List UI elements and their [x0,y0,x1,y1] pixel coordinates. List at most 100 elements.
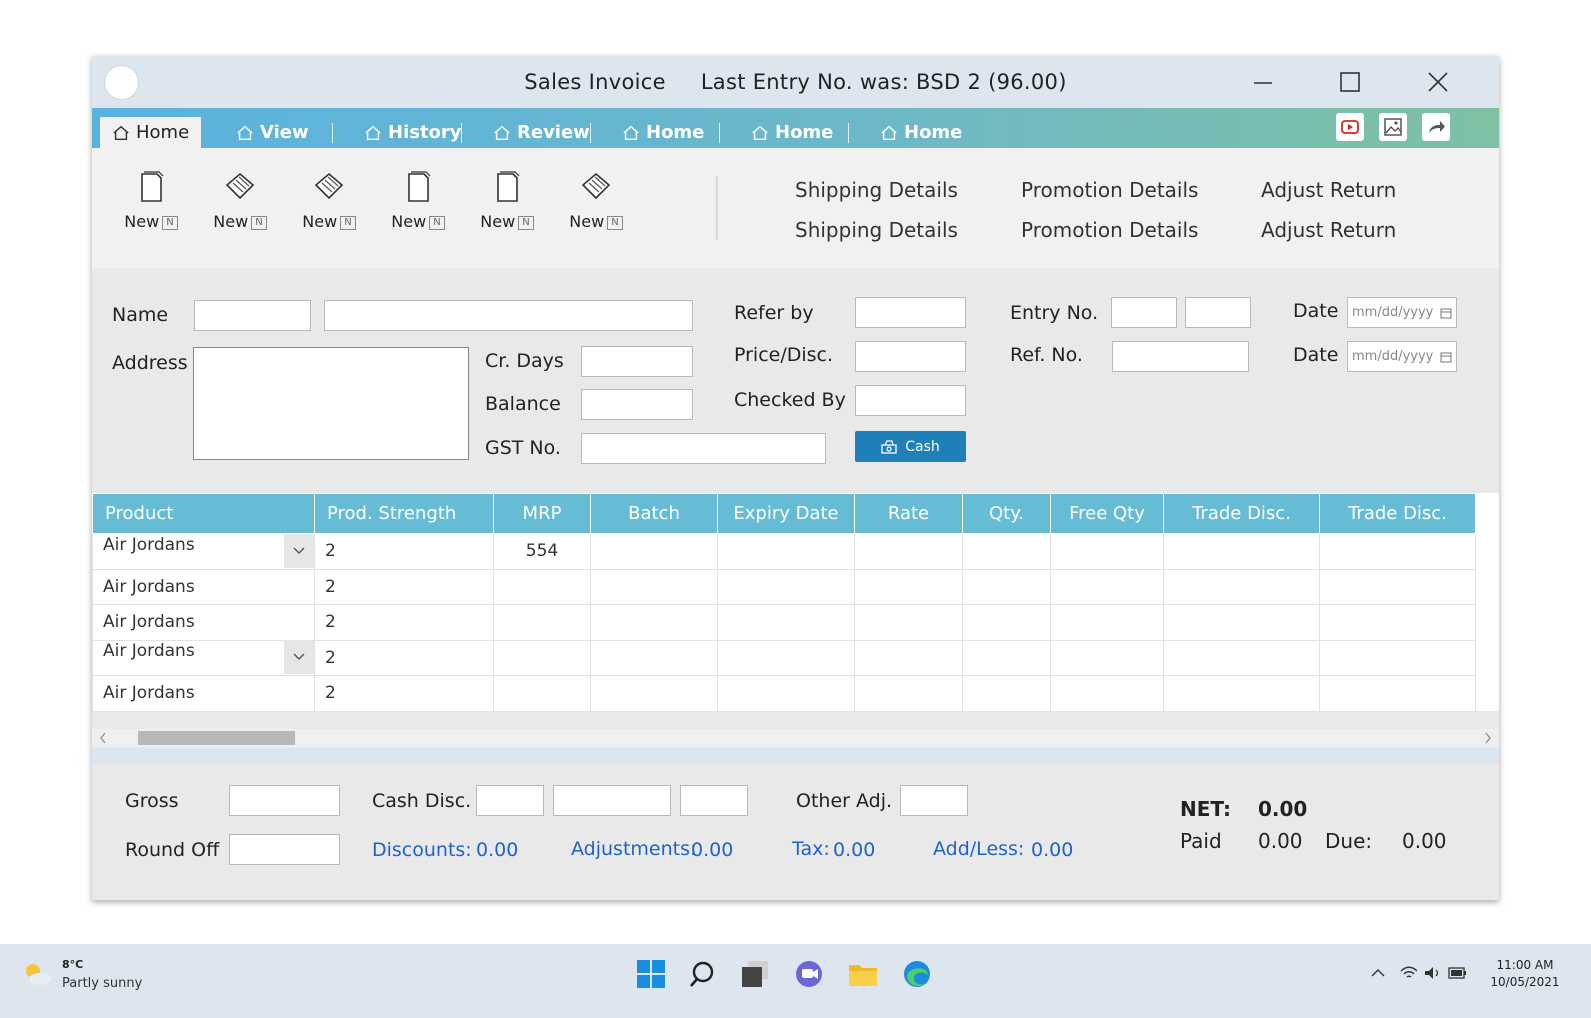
cash-disc-extra-input[interactable] [680,785,748,816]
scrollbar-thumb[interactable] [138,731,295,745]
batch-cell[interactable] [590,604,718,641]
close-icon[interactable] [1423,68,1453,98]
free-qty-cell[interactable] [1050,675,1164,712]
new-button-1[interactable]: New N [116,170,186,231]
column-header[interactable]: Free Qty [1050,493,1164,534]
tab-view[interactable]: View [236,117,309,148]
tab-home-active[interactable]: Home [100,117,202,148]
file-explorer-icon[interactable] [848,959,878,989]
strength-cell[interactable]: 2 [314,675,494,712]
chat-icon[interactable] [794,959,824,989]
free-qty-cell[interactable] [1050,604,1164,641]
strength-cell[interactable]: 2 [314,568,494,605]
rate-cell[interactable] [854,639,963,676]
qty-cell[interactable] [962,533,1051,570]
trade-disc-cell[interactable] [1319,675,1476,712]
expiry-cell[interactable] [717,675,855,712]
qty-cell[interactable] [962,675,1051,712]
table-row[interactable]: Air Jordans 2 [92,639,1476,676]
product-cell[interactable]: Air Jordans [92,639,315,676]
maximize-icon[interactable] [1335,68,1365,98]
column-header[interactable]: Rate [854,493,963,534]
name-input[interactable] [324,300,693,331]
product-cell[interactable]: Air Jordans [92,604,315,641]
strength-cell[interactable]: 2 [314,533,494,570]
cr-days-input[interactable] [581,346,693,377]
trade-disc-cell[interactable] [1319,639,1476,676]
tab-history[interactable]: History [364,117,462,148]
ref-no-input[interactable] [1112,341,1249,372]
trade-disc-cell[interactable] [1319,604,1476,641]
round-off-input[interactable] [229,834,340,865]
column-header[interactable]: Trade Disc. [1319,493,1476,534]
expiry-cell[interactable] [717,533,855,570]
rate-cell[interactable] [854,604,963,641]
batch-cell[interactable] [590,675,718,712]
promotion-details-link[interactable]: Promotion Details [1021,178,1198,202]
batch-cell[interactable] [590,639,718,676]
expiry-cell[interactable] [717,568,855,605]
expiry-cell[interactable] [717,639,855,676]
tab-home-4[interactable]: Home [880,117,962,148]
column-header[interactable]: Product [92,493,315,534]
address-textarea[interactable] [193,347,469,460]
edge-browser-icon[interactable] [902,959,932,989]
column-header[interactable]: Expiry Date [717,493,855,534]
table-row[interactable]: Air Jordans 2 [92,568,1476,605]
rate-cell[interactable] [854,675,963,712]
clock[interactable]: 11:00 AM 10/05/2021 [1470,958,1580,989]
column-header[interactable]: MRP [493,493,591,534]
addless-label[interactable]: Add/Less: [933,838,1024,860]
mrp-cell[interactable]: 554 [493,533,591,570]
product-cell[interactable]: Air Jordans [92,675,315,712]
entry-no-input[interactable] [1185,297,1251,328]
batch-cell[interactable] [590,568,718,605]
mrp-cell[interactable] [493,604,591,641]
gst-input[interactable] [581,433,826,464]
qty-cell[interactable] [962,604,1051,641]
mrp-cell[interactable] [493,568,591,605]
image-icon[interactable] [1379,113,1407,141]
trade-disc-cell[interactable] [1163,675,1320,712]
new-button-4[interactable]: New N [383,170,453,231]
name-code-input[interactable] [194,300,311,331]
new-button-6[interactable]: New N [561,170,631,231]
mrp-cell[interactable] [493,639,591,676]
scroll-right-icon[interactable] [1483,731,1493,745]
column-header[interactable]: Prod. Strength [314,493,494,534]
battery-icon[interactable] [1448,967,1468,979]
date-input[interactable]: mm/dd/yyyy [1347,341,1457,372]
table-row[interactable]: Air Jordans 2 554 [92,533,1476,570]
scroll-left-icon[interactable] [98,731,108,745]
new-button-3[interactable]: New N [294,170,364,231]
date-input[interactable]: mm/dd/yyyy [1347,297,1457,328]
tab-home-3[interactable]: Home [751,117,833,148]
calendar-icon[interactable] [1440,351,1452,363]
strength-cell[interactable]: 2 [314,604,494,641]
minimize-icon[interactable] [1248,68,1278,98]
start-icon[interactable] [636,959,666,989]
promotion-details-link[interactable]: Promotion Details [1021,218,1198,242]
adjust-return-link[interactable]: Adjust Return [1261,218,1396,242]
qty-cell[interactable] [962,639,1051,676]
trade-disc-cell[interactable] [1163,568,1320,605]
adjustments-label[interactable]: Adjustments: [571,838,696,860]
free-qty-cell[interactable] [1050,639,1164,676]
free-qty-cell[interactable] [1050,533,1164,570]
expiry-cell[interactable] [717,604,855,641]
entry-no-prefix-input[interactable] [1111,297,1177,328]
horizontal-scrollbar[interactable] [92,729,1499,747]
cash-button[interactable]: Cash [855,431,966,462]
cash-disc-amount-input[interactable] [553,785,671,816]
qty-cell[interactable] [962,568,1051,605]
trade-disc-cell[interactable] [1163,639,1320,676]
table-row[interactable]: Air Jordans 2 [92,604,1476,641]
batch-cell[interactable] [590,533,718,570]
column-header[interactable]: Trade Disc. [1163,493,1320,534]
rate-cell[interactable] [854,568,963,605]
volume-icon[interactable] [1424,966,1442,980]
product-cell[interactable]: Air Jordans [92,568,315,605]
balance-input[interactable] [581,389,693,420]
new-button-5[interactable]: New N [472,170,542,231]
chevron-up-icon[interactable] [1371,968,1385,978]
